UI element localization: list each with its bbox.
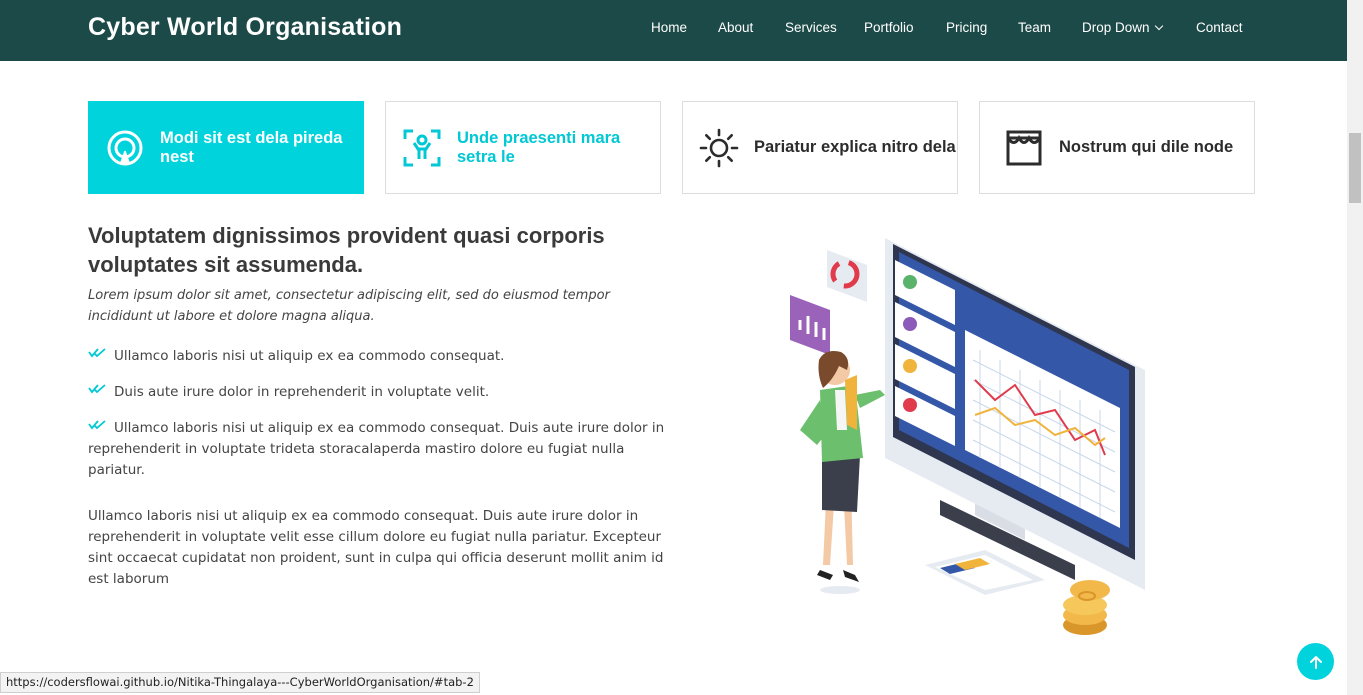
site-header: Cyber World Organisation Home About Serv… [0,0,1347,61]
tab-3-label: Pariatur explica nitro dela [754,138,956,156]
tab-3[interactable]: Pariatur explica nitro dela [682,101,958,194]
nav-dropdown-label: Drop Down [1082,20,1150,35]
sun-icon [699,128,739,168]
section-heading: Voluptatem dignissimos provident quasi c… [88,223,605,277]
check-list: Ullamco laboris nisi ut aliquip ex ea co… [88,346,668,496]
tab-2[interactable]: Unde praesenti mara setra le [385,101,661,194]
tab-1[interactable]: Modi sit est dela pireda nest [88,101,364,194]
dashboard-illustration [775,230,1165,640]
nav-pricing[interactable]: Pricing [946,20,987,35]
site-logo[interactable]: Cyber World Organisation [88,13,402,42]
list-item: Ullamco laboris nisi ut aliquip ex ea co… [88,346,668,367]
store-icon [1004,128,1044,168]
double-check-icon [88,348,106,358]
signal-target-icon [105,128,145,168]
double-check-icon [88,420,106,430]
tab-1-label: Modi sit est dela pireda nest [160,128,343,166]
body-paragraph: Ullamco laboris nisi ut aliquip ex ea co… [88,508,664,587]
nav-portfolio[interactable]: Portfolio [864,20,914,35]
nav-contact[interactable]: Contact [1196,20,1243,35]
chevron-down-icon [1154,21,1163,31]
nav-home[interactable]: Home [651,20,687,35]
nav-about[interactable]: About [718,20,753,35]
intro-text: Lorem ipsum dolor sit amet, consectetur … [88,288,610,324]
list-item-text: Duis aute irure dolor in reprehenderit i… [114,384,490,400]
nav-team[interactable]: Team [1018,20,1051,35]
scrollbar-track[interactable] [1347,0,1363,695]
list-item: Ullamco laboris nisi ut aliquip ex ea co… [88,418,668,481]
person-scan-icon [402,128,442,168]
arrow-up-icon [1309,655,1322,669]
list-item-text: Ullamco laboris nisi ut aliquip ex ea co… [114,348,505,364]
tab-4[interactable]: Nostrum qui dile node [979,101,1255,194]
nav-dropdown[interactable]: Drop Down [1082,20,1163,35]
status-bar-url: https://codersflowai.github.io/Nitika-Th… [0,672,480,693]
nav-services[interactable]: Services [785,20,837,35]
tab-4-label: Nostrum qui dile node [1059,138,1234,156]
list-item-text: Ullamco laboris nisi ut aliquip ex ea co… [88,420,665,478]
tab-2-label: Unde praesenti mara setra le [457,128,621,166]
list-item: Duis aute irure dolor in reprehenderit i… [88,382,668,403]
back-to-top-button[interactable] [1297,643,1334,680]
double-check-icon [88,384,106,394]
scrollbar-thumb[interactable] [1349,133,1361,203]
